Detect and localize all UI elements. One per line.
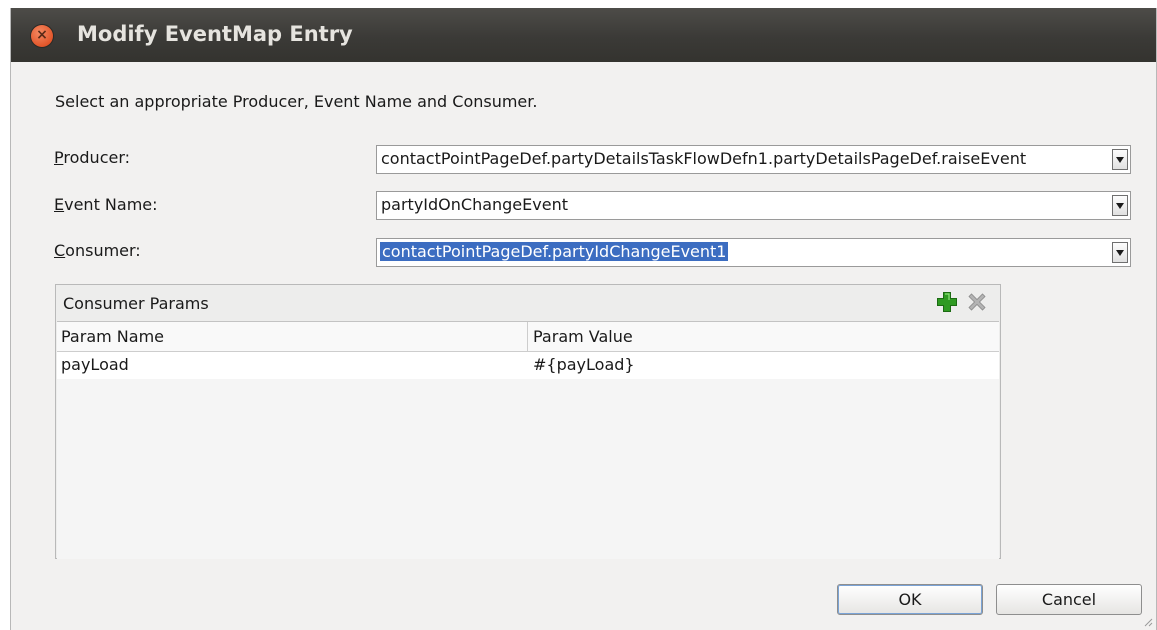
- table-row[interactable]: payLoad #{payLoad}: [57, 352, 999, 379]
- consumer-combobox[interactable]: contactPointPageDef.partyIdChangeEvent1: [376, 238, 1131, 267]
- consumer-label: Consumer:: [54, 241, 141, 260]
- title-bar[interactable]: Modify EventMap Entry: [11, 8, 1156, 62]
- dialog-title: Modify EventMap Entry: [77, 22, 353, 46]
- consumer-label-mnemonic: C: [54, 241, 66, 260]
- remove-x-icon[interactable]: [965, 290, 989, 314]
- producer-combobox[interactable]: contactPointPageDef.partyDetailsTaskFlow…: [376, 145, 1131, 174]
- event-name-combobox[interactable]: partyIdOnChangeEvent: [376, 191, 1131, 220]
- table-header: Param Name Param Value: [57, 322, 999, 352]
- column-header-param-name[interactable]: Param Name: [61, 327, 164, 346]
- params-table[interactable]: Param Name Param Value payLoad #{payLoad…: [57, 321, 999, 559]
- close-icon[interactable]: [31, 25, 53, 47]
- param-value-cell[interactable]: #{payLoad}: [533, 355, 635, 374]
- param-name-cell[interactable]: payLoad: [61, 355, 129, 374]
- column-divider[interactable]: [527, 322, 528, 352]
- consumer-params-title: Consumer Params: [63, 294, 209, 313]
- consumer-params-panel: Consumer Params Param Name Param Value p…: [55, 284, 1001, 559]
- add-plus-icon[interactable]: [935, 290, 959, 314]
- consumer-dropdown-arrow-icon[interactable]: [1112, 242, 1128, 263]
- producer-label-mnemonic: P: [54, 148, 64, 167]
- event-name-value: partyIdOnChangeEvent: [381, 195, 568, 214]
- cancel-button[interactable]: Cancel: [996, 584, 1142, 615]
- event-name-dropdown-arrow-icon[interactable]: [1112, 195, 1128, 216]
- instruction-text: Select an appropriate Producer, Event Na…: [55, 92, 538, 111]
- event-name-label-text: vent Name:: [64, 195, 158, 214]
- ok-button[interactable]: OK: [837, 584, 983, 615]
- consumer-label-text: onsumer:: [65, 241, 141, 260]
- producer-dropdown-arrow-icon[interactable]: [1112, 149, 1128, 170]
- modify-eventmap-dialog: Modify EventMap Entry Select an appropri…: [10, 8, 1157, 630]
- producer-value: contactPointPageDef.partyDetailsTaskFlow…: [381, 149, 1027, 168]
- resize-grip-icon[interactable]: [1143, 617, 1153, 627]
- consumer-value: contactPointPageDef.partyIdChangeEvent1: [380, 242, 729, 261]
- event-name-label-mnemonic: E: [54, 195, 65, 214]
- column-header-param-value[interactable]: Param Value: [533, 327, 633, 346]
- producer-label: Producer:: [54, 148, 130, 167]
- event-name-label: Event Name:: [54, 195, 158, 214]
- producer-label-text: roducer:: [63, 148, 131, 167]
